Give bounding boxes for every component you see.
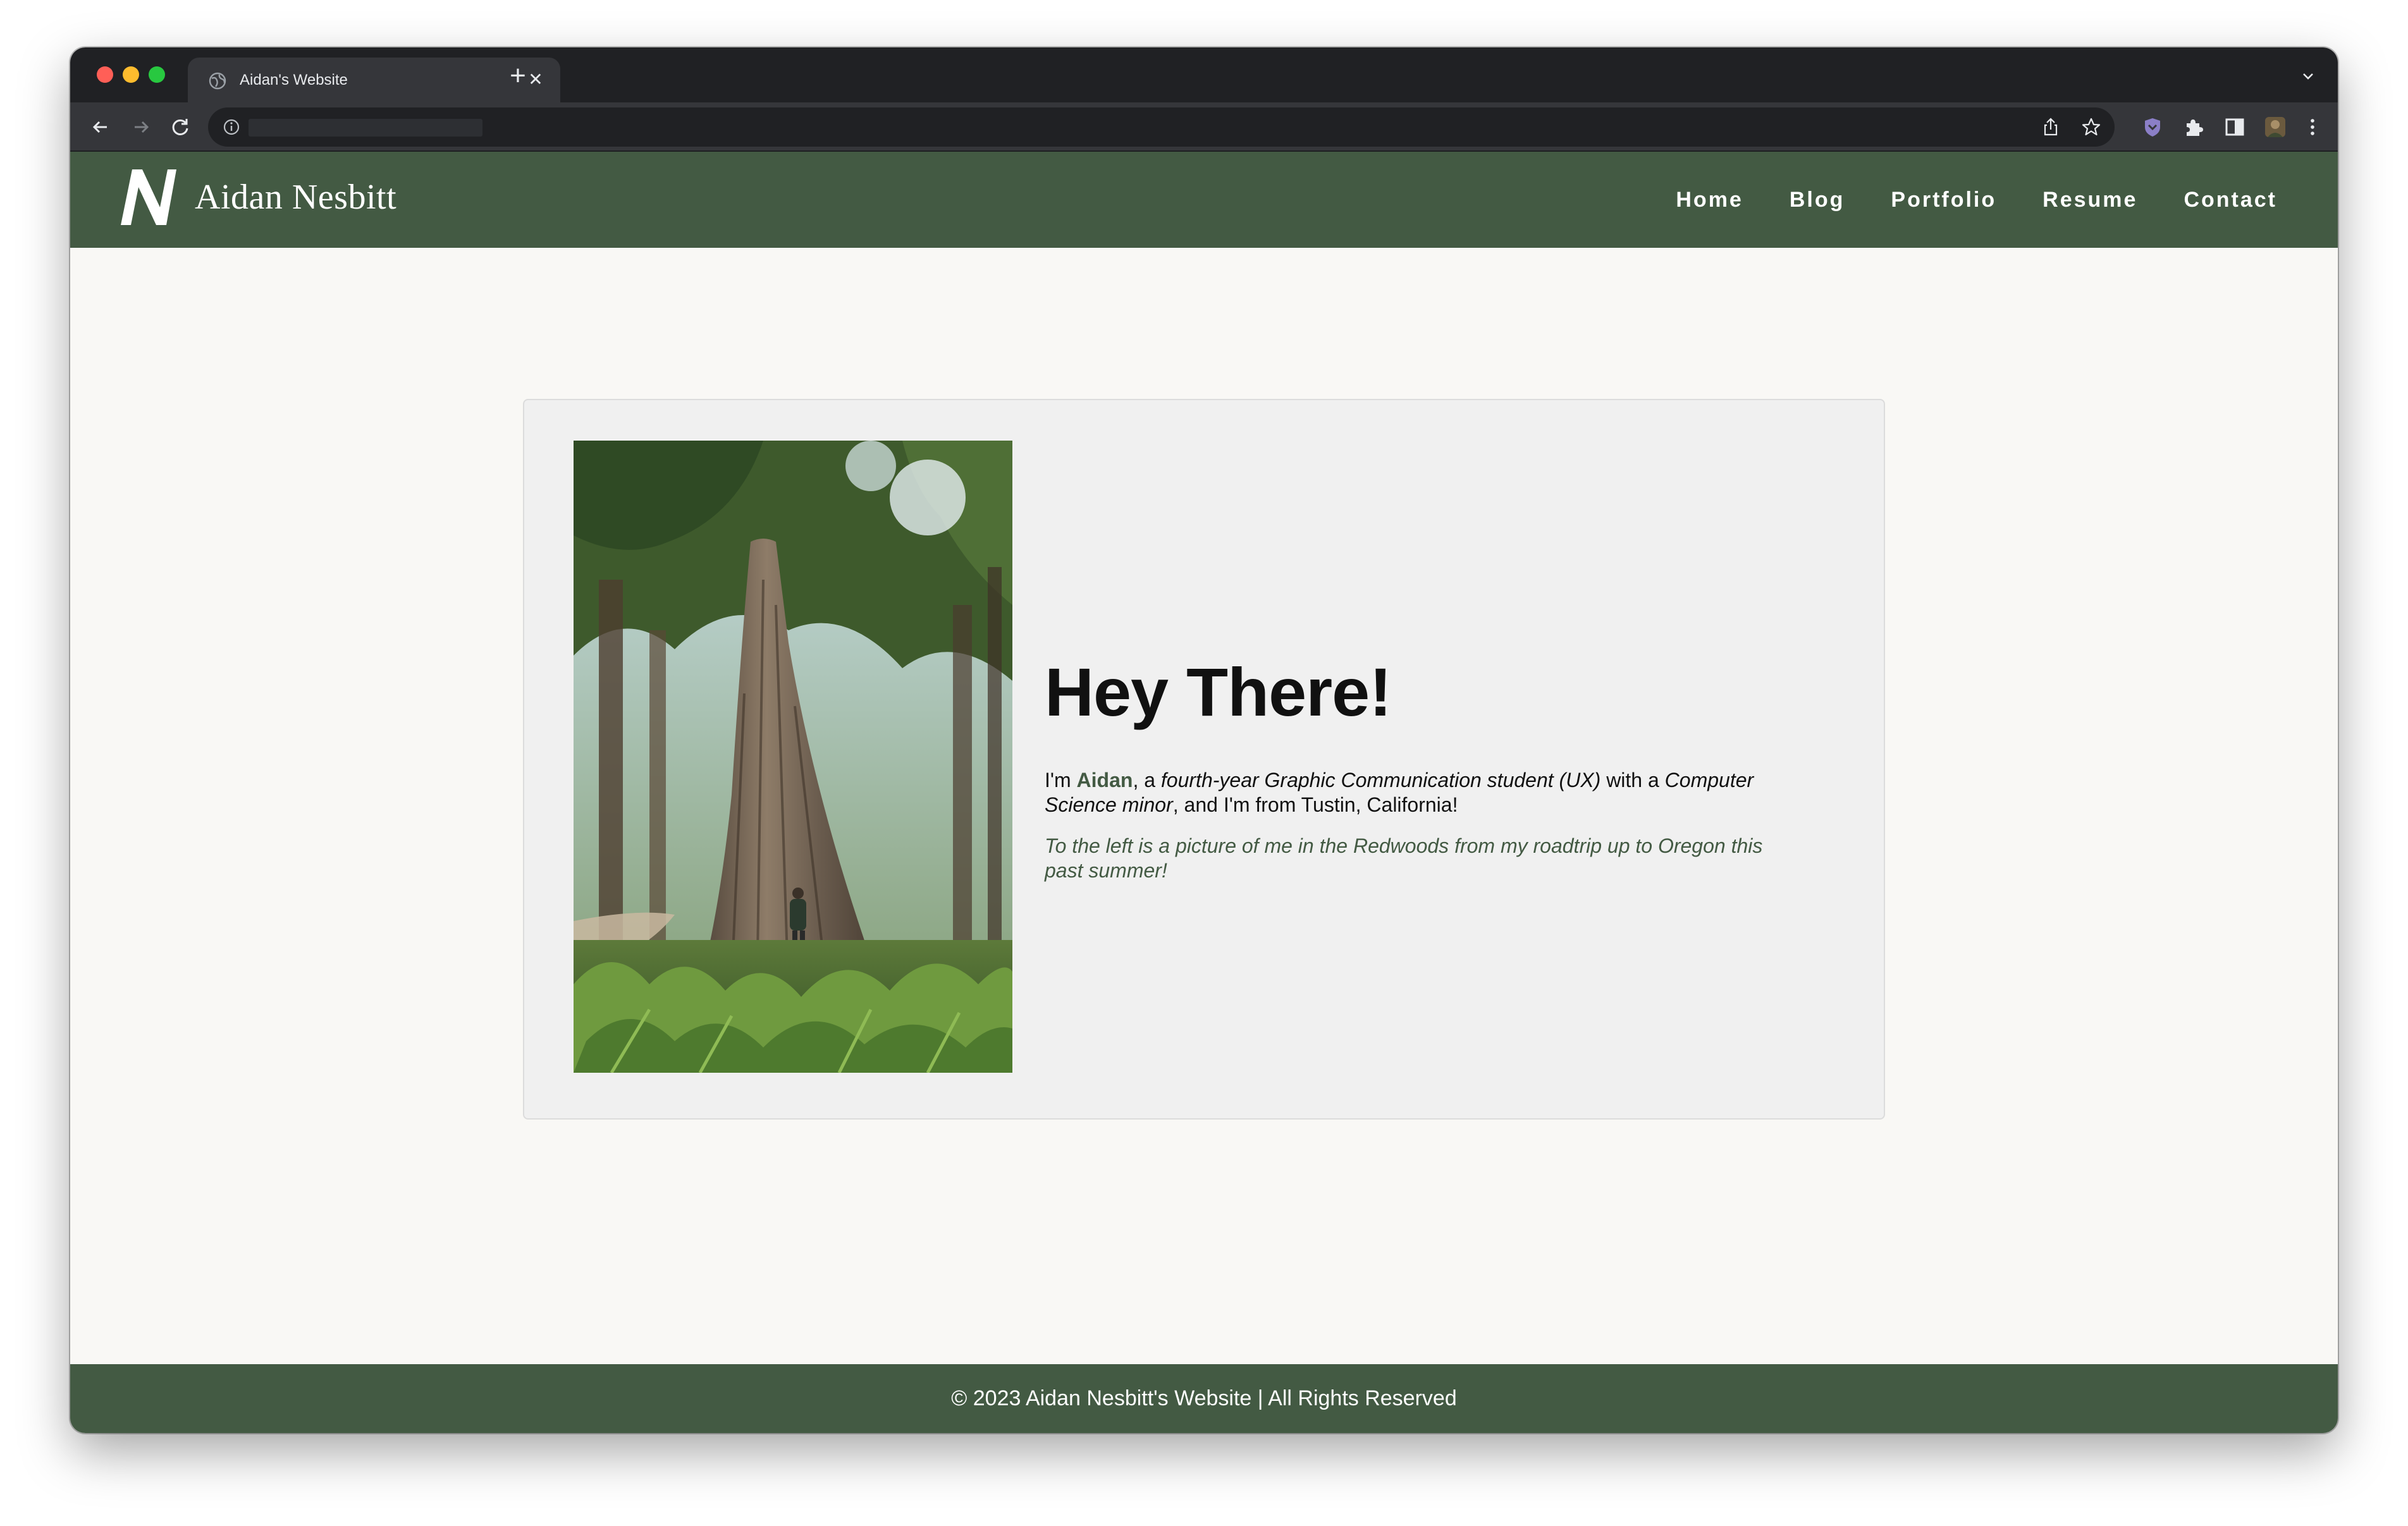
nav-home[interactable]: Home [1676, 188, 1743, 212]
url-text[interactable] [249, 119, 482, 137]
puzzle-icon[interactable] [2181, 114, 2206, 140]
extension-shield-icon[interactable] [2140, 114, 2165, 140]
hero-heading: Hey There! [1045, 654, 1392, 730]
profile-avatar-icon[interactable] [2263, 114, 2288, 140]
bookmark-star-icon[interactable] [2080, 116, 2102, 138]
tab-strip: Aidan's Website ✕ + [70, 47, 2338, 102]
plus-icon[interactable]: + [505, 62, 531, 90]
nav-blog[interactable]: Blog [1790, 188, 1845, 212]
back-arrow-icon[interactable] [88, 114, 113, 140]
close-window-button[interactable] [97, 66, 113, 83]
browser-toolbar [70, 102, 2338, 152]
info-icon[interactable] [222, 118, 241, 137]
globe-icon [209, 72, 226, 90]
chevron-down-icon[interactable] [2299, 66, 2318, 85]
footer-copyright: © 2023 Aidan Nesbitt's Website | All Rig… [951, 1386, 1457, 1410]
maximize-window-button[interactable] [149, 66, 165, 83]
logo-n-icon[interactable] [118, 167, 179, 228]
share-icon[interactable] [2040, 116, 2061, 138]
intro-card: Hey There! I'm Aidan, a fourth-year Grap… [523, 399, 1885, 1120]
intro-text-part: , a [1133, 769, 1161, 791]
browser-window: Aidan's Website ✕ + Aidan Nesbitt Home B… [70, 47, 2338, 1433]
more-vertical-icon[interactable] [2300, 114, 2325, 140]
intro-emphasis-program: fourth-year Graphic Communication studen… [1160, 769, 1601, 791]
address-bar[interactable] [208, 107, 2115, 147]
intro-paragraph: I'm Aidan, a fourth-year Graphic Communi… [1045, 768, 1829, 817]
nav-resume[interactable]: Resume [2042, 188, 2137, 212]
main-nav: Home Blog Portfolio Resume Contact [1676, 152, 2277, 248]
site-header: Aidan Nesbitt Home Blog Portfolio Resume… [70, 152, 2338, 248]
intro-text-part: I'm [1045, 769, 1077, 791]
nav-contact[interactable]: Contact [2184, 188, 2277, 212]
redwoods-photo [574, 441, 1012, 1073]
side-panel-icon[interactable] [2222, 114, 2247, 140]
site-footer: © 2023 Aidan Nesbitt's Website | All Rig… [70, 1364, 2338, 1433]
reload-icon[interactable] [168, 114, 193, 140]
intro-text-part: , and I'm from Tustin, California! [1172, 793, 1458, 816]
intro-text: Hey There! I'm Aidan, a fourth-year Grap… [1045, 652, 1829, 883]
site-title[interactable]: Aidan Nesbitt [195, 177, 396, 217]
intro-text-part: with a [1600, 769, 1665, 791]
photo-caption: To the left is a picture of me in the Re… [1045, 834, 1763, 882]
nav-portfolio[interactable]: Portfolio [1891, 188, 1996, 212]
forward-arrow-icon[interactable] [128, 114, 154, 140]
tab-title: Aidan's Website [240, 71, 348, 89]
intro-name: Aidan [1076, 769, 1133, 791]
active-tab[interactable]: Aidan's Website ✕ [188, 58, 560, 102]
minimize-window-button[interactable] [123, 66, 139, 83]
